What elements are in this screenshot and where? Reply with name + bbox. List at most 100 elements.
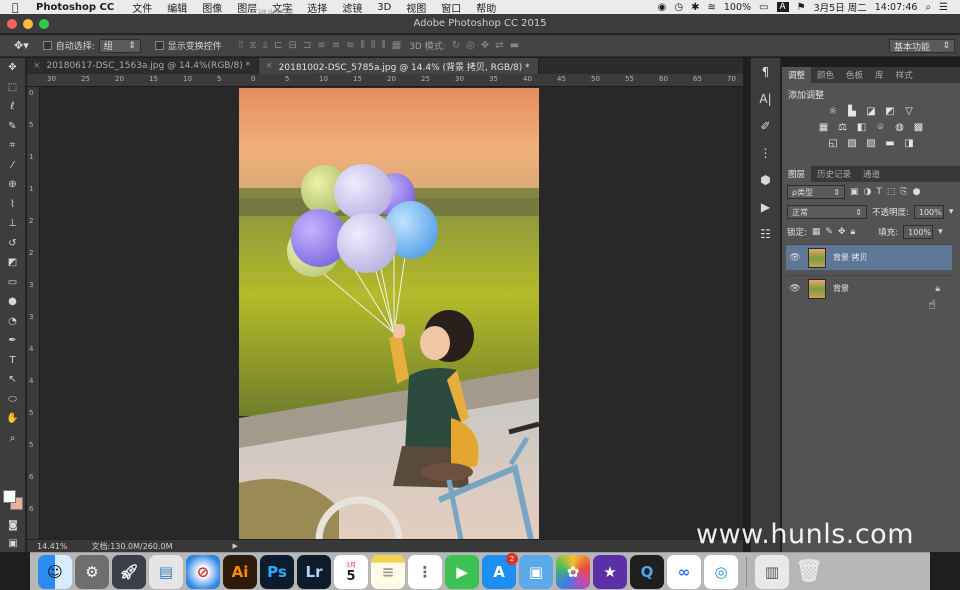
menu-help[interactable]: 帮助 [476,0,496,15]
layer-name[interactable]: 背景 [833,283,849,294]
lock-all-icon[interactable]: 🔒︎ [850,227,855,237]
show-transform-checkbox[interactable]: 显示变换控件 [154,39,222,52]
lock-transparent-icon[interactable]: ▦ [812,227,821,237]
distribute-bottom-icon[interactable]: ≡ [346,40,354,51]
distribute-left-icon[interactable]: ⦀ [360,40,364,51]
menu-clock[interactable]: 14:07:46 [875,2,918,13]
checkbox-box[interactable] [154,41,164,50]
spotlight-icon[interactable]: ⌕ [925,2,931,13]
checkbox-box[interactable] [42,41,52,50]
dodge-icon[interactable]: ◔ [0,312,25,332]
photo-image[interactable] [239,88,539,539]
app-menu[interactable]: Photoshop CC [36,2,114,13]
color-lookup-icon[interactable]: ▩ [913,122,925,133]
menu-3d[interactable]: 3D [377,2,391,13]
properties-panel-icon[interactable]: ☷ [751,220,780,247]
color-balance-icon[interactable]: ⚖ [837,122,849,133]
crop-icon[interactable]: ⌗ [0,136,25,156]
notes-icon[interactable]: ≡ [371,554,405,589]
auto-select-checkbox[interactable]: 自动选择: [42,39,95,52]
3d-scale-icon[interactable]: ▬ [510,40,519,51]
opacity-input[interactable]: 100% [913,205,944,219]
tab-color[interactable]: 颜色 [811,67,840,83]
tab-swatches[interactable]: 色板 [840,67,869,83]
layer-kind-filter[interactable]: ρ类型 ⇕ [787,185,845,199]
document-canvas[interactable] [40,87,743,539]
photo-filter-icon[interactable]: ⌾ [875,122,887,133]
tab-adjustments[interactable]: 调整 [782,67,812,83]
photoshop-icon[interactable]: Ps [260,554,294,589]
input-method-indicator[interactable]: A [776,2,789,12]
documents-folder-icon[interactable]: ▥ [755,554,789,589]
brightness-contrast-icon[interactable]: ☼ [827,106,839,117]
system-preferences-icon[interactable]: ⚙ [75,554,109,589]
lock-image-icon[interactable]: ✎ [825,227,833,237]
imovie-icon[interactable]: ★ [593,554,627,589]
lightroom-icon[interactable]: Lr [297,554,331,589]
threshold-icon[interactable]: ▨ [865,138,877,149]
filter-pixel-icon[interactable]: ▣ [850,187,859,197]
filter-adjustment-icon[interactable]: ◑ [864,187,872,197]
3d-rotate-icon[interactable]: ↻ [452,40,460,51]
apple-icon[interactable]:  [12,1,26,14]
visibility-eye-icon[interactable]: 👁︎ [786,284,804,294]
blend-mode-dropdown[interactable]: 正常 ⇕ [787,205,867,219]
foreground-color-swatch[interactable] [3,490,16,503]
tab-history[interactable]: 历史记录 [811,166,857,182]
paragraph-panel-icon[interactable]: ¶ [751,58,780,85]
preview-icon[interactable]: ▣ [519,554,553,589]
facetime-icon[interactable]: ▶ [445,554,479,589]
distribute-vcenter-icon[interactable]: ≡ [332,40,340,51]
align-hcenter-icon[interactable]: ⊟ [289,40,297,51]
fill-arrow-icon[interactable]: ▾ [938,227,943,237]
flag-icon[interactable]: ⚑ [797,2,806,13]
align-bottom-icon[interactable]: ⫫ [263,40,269,51]
3d-panel-icon[interactable]: ⬢ [751,166,780,193]
levels-icon[interactable]: ▙ [846,106,858,117]
tab-layers[interactable]: 图层 [782,166,812,182]
opacity-arrow-icon[interactable]: ▾ [949,207,954,217]
distribute-hcenter-icon[interactable]: ⦀ [371,40,375,51]
layer-name[interactable]: 背景 拷贝 [833,252,868,263]
shape-icon[interactable]: ⬭ [0,390,25,410]
brush-presets-icon[interactable]: ✐ [751,112,780,139]
type-icon[interactable]: T [0,351,25,371]
battery-percent[interactable]: 100% [724,2,751,13]
lasso-icon[interactable]: ℓ [0,97,25,117]
3d-roll-icon[interactable]: ◎ [466,40,475,51]
blur-icon[interactable]: ● [0,292,25,312]
character-panel-icon[interactable]: A| [751,85,780,112]
tab-styles[interactable]: 样式 [890,67,919,83]
visibility-eye-icon[interactable]: 👁︎ [786,253,804,263]
distribute-right-icon[interactable]: ⦀ [381,40,385,51]
menu-edit[interactable]: 编辑 [167,0,187,15]
marquee-icon[interactable]: ⬚ [0,78,25,98]
quick-mask-icon[interactable]: ◙ [0,516,26,536]
align-right-icon[interactable]: ⊐ [303,40,311,51]
reminders-icon[interactable]: ⋮ [408,554,442,589]
illustrator-icon[interactable]: Ai [223,554,257,589]
baidu-netdisk-icon[interactable]: ∞ [667,554,701,589]
align-vcenter-icon[interactable]: ⧖ [249,40,256,51]
move-tool-preset-icon[interactable]: ✥▾ [14,39,29,52]
menu-file[interactable]: 文件 [132,0,152,15]
fill-input[interactable]: 100% [903,225,934,239]
battery-icon[interactable]: ▭ [759,2,768,13]
stamp-icon[interactable]: ⊥ [0,214,25,234]
auto-select-target-dropdown[interactable]: 组 ⇕ [98,38,141,53]
auto-align-icon[interactable]: ▦ [392,40,401,51]
lock-position-icon[interactable]: ✥ [838,227,846,237]
zoom-icon[interactable]: ⌕ [0,429,25,449]
wifi-icon[interactable]: ≋ [707,2,715,13]
menu-date[interactable]: 3月5日 周二 [814,0,867,14]
filter-type-icon[interactable]: T [876,187,882,197]
close-tab-icon[interactable]: × [265,61,273,71]
posterize-icon[interactable]: ▧ [846,138,858,149]
eraser-icon[interactable]: ◩ [0,253,25,273]
curves-icon[interactable]: ◪ [865,106,877,117]
layer-row-background-copy[interactable]: 👁︎ 背景 拷贝 [786,244,952,270]
eyedropper-icon[interactable]: ⁄ [0,156,25,176]
doc-tab-1[interactable]: × 20180617-DSC_1563a.jpg @ 14.4%(RGB/8) … [27,58,260,74]
vertical-ruler[interactable]: 0 5 1 1 2 2 3 3 4 4 5 5 6 6 [27,87,40,539]
path-select-icon[interactable]: ↖ [0,370,25,390]
